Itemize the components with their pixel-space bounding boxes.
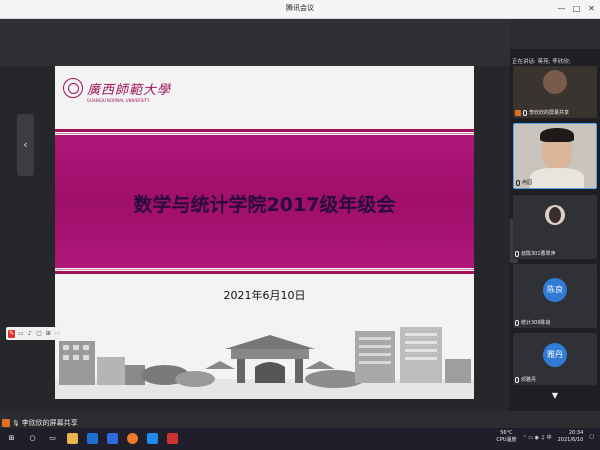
decor-band — [55, 271, 474, 274]
tile-name-label: 冉园 — [522, 180, 533, 186]
screen-share-area: ‹ 廣西師範大學 GUANGXI NORMAL UNIVERSITY 数学与统计… — [0, 19, 510, 411]
share-status-icon — [2, 419, 10, 427]
decor-line — [55, 133, 474, 134]
tencent-meeting-icon[interactable] — [147, 433, 158, 444]
university-logo: 廣西師範大學 GUANGXI NORMAL UNIVERSITY — [63, 78, 170, 108]
participant-name: 冉园 — [516, 179, 532, 186]
window-title: 腾讯会议 — [286, 4, 314, 12]
participant-video-hair — [540, 128, 574, 142]
annotate-icon[interactable]: ✎ — [8, 329, 16, 338]
store-icon[interactable] — [107, 433, 118, 444]
clock-date: 2021/6/10 — [557, 437, 584, 443]
maximize-button[interactable]: □ — [570, 2, 583, 15]
participant-name: 邓雅丹 — [515, 376, 536, 383]
notification-icon[interactable]: ▢ — [589, 434, 594, 440]
participant-name: 叔陈301曹翠萍 — [515, 250, 556, 257]
system-tray: 56°C CPU温度 ⌃ ▭ ◉ ♫ 中 20:34 2021/6/10 ▢ — [496, 430, 594, 444]
temp-label: CPU温度 — [496, 437, 517, 443]
participant-tile[interactable]: 雅丹 邓雅丹 — [513, 333, 597, 385]
university-seal-icon — [63, 78, 83, 98]
decor-line — [55, 269, 474, 270]
campus-buildings-illustration — [55, 327, 474, 399]
more-icon[interactable]: ⋯ — [54, 330, 61, 338]
avatar — [543, 70, 567, 94]
windows-taskbar: ⊞ ○ ▭ 56°C CPU温度 ⌃ ▭ ◉ ♫ 中 20:34 2021/6/… — [0, 428, 600, 450]
tile-name-label: 邓雅丹 — [521, 377, 537, 383]
mic-icon — [515, 376, 519, 383]
window-icon[interactable]: ▭ — [17, 330, 24, 338]
clock[interactable]: 20:34 2021/6/10 — [558, 430, 584, 444]
participant-tile[interactable]: 叔陈301曹翠萍 — [513, 195, 597, 259]
search-icon[interactable]: ○ — [27, 433, 38, 444]
task-view-icon[interactable]: ▭ — [47, 433, 58, 444]
speaking-indicator: 正在讲话: 蒋苑; 李欣欣; — [512, 59, 571, 65]
file-explorer-icon[interactable] — [67, 433, 78, 444]
screen-icon[interactable]: ▢ — [36, 330, 43, 338]
start-icon[interactable]: ⊞ — [6, 433, 17, 444]
logo-chinese-text: 廣西師範大學 — [87, 83, 172, 98]
temp-value: 56°C — [500, 430, 513, 436]
title-bar: 腾讯会议 — □ ✕ — [0, 0, 600, 19]
participant-name: 李欣欣的屏幕共享 — [515, 109, 569, 116]
sharer-name: 李欣欣的屏幕共享 — [21, 419, 78, 427]
tile-name-label: 李欣欣的屏幕共享 — [529, 110, 570, 116]
minimize-button[interactable]: — — [555, 2, 568, 15]
window-controls: — □ ✕ — [555, 2, 598, 15]
tray-icons[interactable]: ⌃ ▭ ◉ ♫ 中 — [523, 434, 552, 441]
decor-band — [55, 129, 474, 132]
participant-tile-video[interactable]: 冉园 — [513, 123, 597, 189]
tile-name-label: 叔陈301曹翠萍 — [521, 251, 556, 257]
participant-tile[interactable]: 陈良 统计309陈良 — [513, 264, 597, 328]
mic-icon — [515, 319, 519, 326]
share-top-strip — [0, 19, 510, 66]
browser-icon[interactable] — [127, 433, 138, 444]
participant-name: 统计309陈良 — [515, 319, 551, 326]
title-banner: 数学与统计学院2017级年级会 — [55, 135, 474, 268]
app-window: 腾讯会议 — □ ✕ ‹ 廣西師範大學 GUANGXI NORMAL UNIVE… — [0, 0, 600, 450]
panel-header — [510, 19, 600, 49]
participant-panel: 正在讲话: 蒋苑; 李欣欣; › 李欣欣的屏幕共享 冉园 叔陈 — [510, 19, 600, 411]
edge-browser-icon[interactable] — [87, 433, 98, 444]
presentation-slide: 廣西師範大學 GUANGXI NORMAL UNIVERSITY 数学与统计学院… — [55, 66, 474, 399]
app-icon[interactable] — [167, 433, 178, 444]
avatar-initials: 雅丹 — [543, 343, 567, 367]
sharer-label: 🎙 李欣欣的屏幕共享 — [2, 418, 78, 428]
close-button[interactable]: ✕ — [585, 2, 598, 15]
logo-english-text: GUANGXI NORMAL UNIVERSITY — [87, 98, 150, 103]
cpu-temp-widget[interactable]: 56°C CPU温度 — [496, 430, 516, 444]
slide-title: 数学与统计学院2017级年级会 — [133, 194, 396, 216]
share-icon[interactable]: ⊞ — [45, 330, 52, 338]
avatar-initials: 陈良 — [543, 278, 567, 302]
participant-video-shirt — [530, 168, 584, 188]
annotation-toolbar: ✎ ▭ ♪ ▢ ⊞ ⋯ — [6, 327, 61, 340]
scroll-down-button[interactable]: ▼ — [510, 391, 600, 400]
mic-icon — [515, 250, 519, 257]
avatar-figure — [549, 207, 561, 223]
prev-page-button[interactable]: ‹ — [17, 114, 34, 176]
slide-date: 2021年6月10日 — [223, 289, 306, 302]
clock-time: 20:34 — [568, 430, 584, 436]
mic-icon: 🎙 — [12, 419, 20, 427]
mic-icon — [523, 109, 527, 116]
participant-tile[interactable]: 李欣欣的屏幕共享 — [513, 66, 597, 118]
tile-name-label: 统计309陈良 — [521, 320, 551, 326]
share-status-icon — [515, 109, 521, 116]
mic-icon — [516, 179, 520, 186]
mic-icon[interactable]: ♪ — [26, 330, 33, 338]
